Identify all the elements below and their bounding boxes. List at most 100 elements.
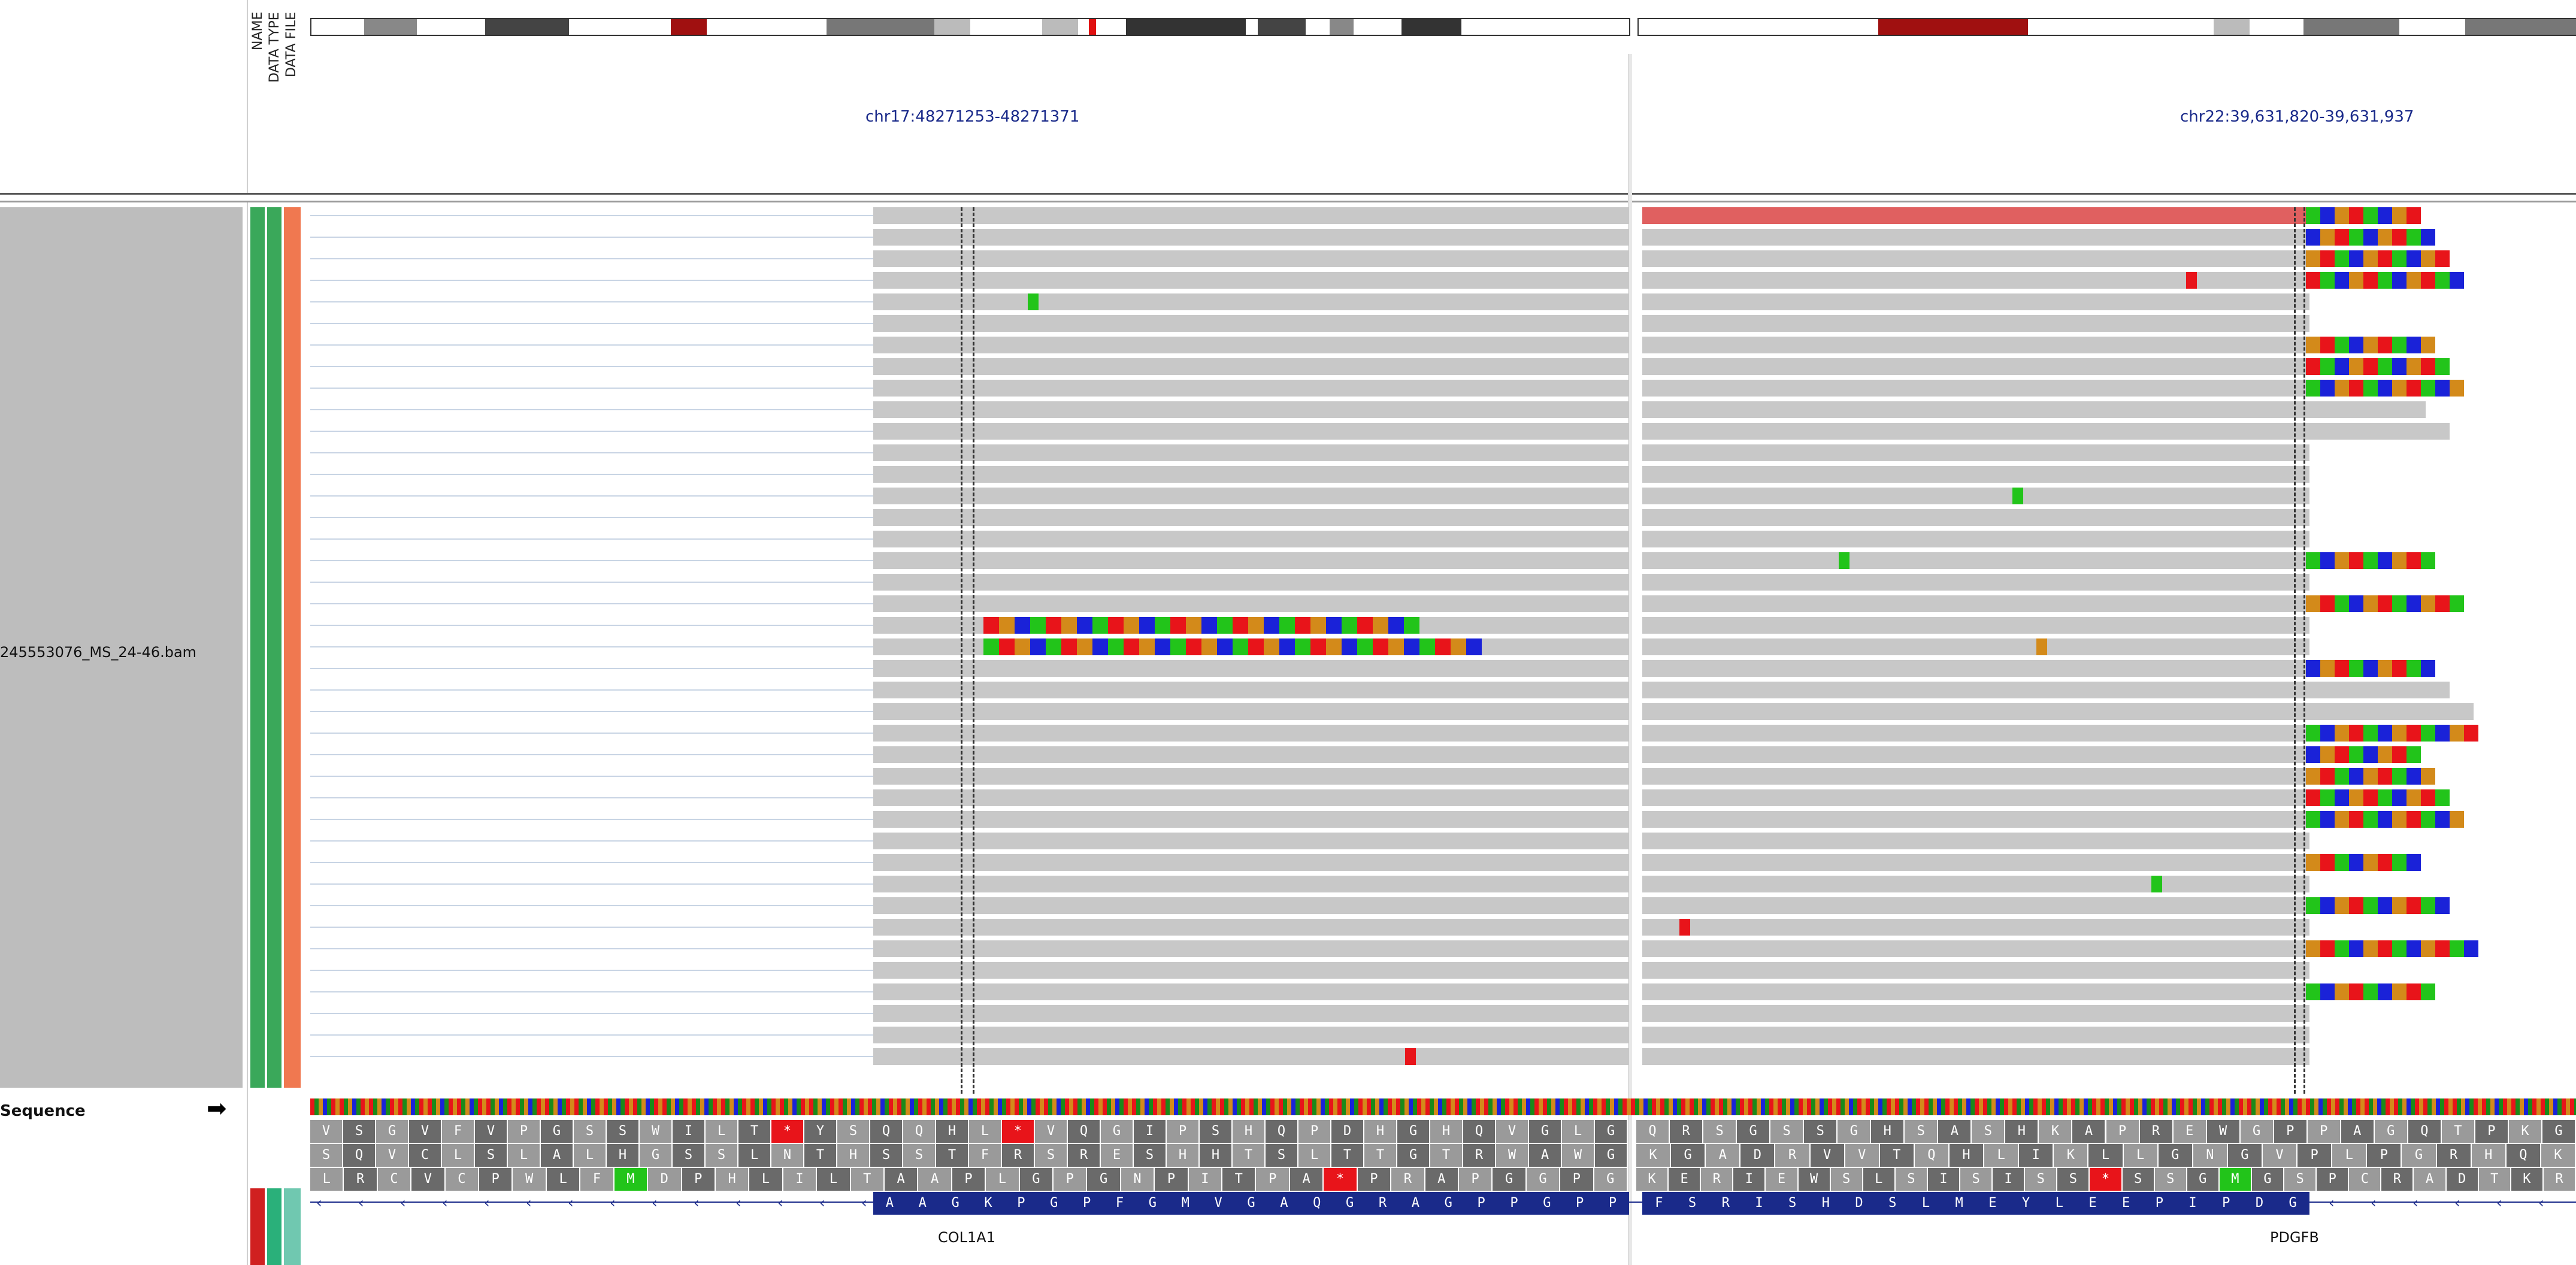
read[interactable]	[1642, 876, 2309, 892]
read[interactable]	[1642, 682, 2309, 698]
locus-label-chr17[interactable]: chr17:48271253-48271371	[865, 108, 1079, 126]
read[interactable]	[1642, 272, 2309, 289]
alignment-row[interactable]	[310, 509, 2576, 526]
gene-label-col1a1[interactable]: COL1A1	[938, 1229, 995, 1246]
read[interactable]	[873, 337, 1629, 353]
read[interactable]	[1642, 315, 2309, 332]
read[interactable]	[873, 552, 1629, 569]
read[interactable]	[1642, 768, 2309, 785]
attr-header-data-file[interactable]: DATA FILE	[284, 12, 302, 192]
read[interactable]	[873, 682, 1629, 698]
read[interactable]	[1642, 919, 2309, 936]
alignment-row[interactable]	[310, 1048, 2576, 1065]
alignment-row[interactable]	[310, 380, 2576, 397]
chromosome-ideogram-chr17[interactable]	[310, 18, 1630, 36]
read[interactable]	[1642, 1005, 2309, 1022]
read[interactable]	[1642, 897, 2309, 914]
read[interactable]	[873, 1005, 1629, 1022]
read[interactable]	[1642, 574, 2309, 591]
alignment-row[interactable]	[310, 746, 2576, 763]
read[interactable]	[873, 703, 1629, 720]
alignment-row[interactable]	[310, 833, 2576, 849]
alignment-row[interactable]	[310, 919, 2576, 936]
read[interactable]	[873, 725, 1629, 742]
read[interactable]	[873, 358, 1629, 375]
gene-label-pdgfb[interactable]: PDGFB	[2270, 1229, 2319, 1246]
alignment-row[interactable]	[310, 250, 2576, 267]
read[interactable]	[873, 1027, 1629, 1043]
read-tail[interactable]	[2306, 703, 2474, 720]
read[interactable]	[873, 811, 1629, 828]
read[interactable]	[1642, 983, 2309, 1000]
read[interactable]	[873, 466, 1629, 483]
alignment-row[interactable]	[310, 272, 2576, 289]
read[interactable]	[1642, 595, 2309, 612]
alignment-row[interactable]	[310, 725, 2576, 742]
read[interactable]	[1642, 401, 2309, 418]
alignment-row[interactable]	[310, 617, 2576, 634]
alignment-row[interactable]	[310, 854, 2576, 871]
read[interactable]	[1642, 703, 2309, 720]
alignment-row[interactable]	[310, 293, 2576, 310]
attr-datafile-swatch[interactable]	[284, 207, 301, 1088]
alignment-row[interactable]	[310, 358, 2576, 375]
alignment-track[interactable]	[310, 207, 2576, 1088]
alignment-row[interactable]	[310, 595, 2576, 612]
read[interactable]	[1642, 207, 2309, 224]
read[interactable]	[873, 897, 1629, 914]
alignment-row[interactable]	[310, 466, 2576, 483]
read[interactable]	[1642, 638, 2309, 655]
alignment-row[interactable]	[310, 423, 2576, 440]
read[interactable]	[873, 940, 1629, 957]
read[interactable]	[873, 983, 1629, 1000]
alignment-row[interactable]	[310, 1005, 2576, 1022]
read[interactable]	[873, 444, 1629, 461]
read[interactable]	[873, 315, 1629, 332]
read[interactable]	[873, 250, 1629, 267]
read[interactable]	[873, 789, 1629, 806]
strand-arrow-icon[interactable]: ➡	[207, 1095, 227, 1122]
read[interactable]	[1642, 531, 2309, 547]
sequence-track-label[interactable]: Sequence	[0, 1102, 86, 1120]
read[interactable]	[873, 488, 1629, 504]
alignment-row[interactable]	[310, 401, 2576, 418]
read[interactable]	[873, 876, 1629, 892]
alignment-row[interactable]	[310, 444, 2576, 461]
alignment-row[interactable]	[310, 962, 2576, 979]
read[interactable]	[1642, 617, 2309, 634]
read-tail[interactable]	[2306, 423, 2450, 440]
read[interactable]	[873, 401, 1629, 418]
read[interactable]	[1642, 509, 2309, 526]
locus-label-chr22[interactable]: chr22:39,631,820-39,631,937	[2180, 108, 2414, 126]
read[interactable]	[1642, 423, 2309, 440]
read[interactable]	[1642, 1027, 2309, 1043]
alignment-row[interactable]	[310, 552, 2576, 569]
read[interactable]	[1642, 660, 2309, 677]
alignment-row[interactable]	[310, 660, 2576, 677]
read[interactable]	[1642, 725, 2309, 742]
alignment-row[interactable]	[310, 531, 2576, 547]
read[interactable]	[1642, 811, 2309, 828]
read[interactable]	[1642, 466, 2309, 483]
read[interactable]	[873, 854, 1629, 871]
read[interactable]	[873, 746, 1629, 763]
read[interactable]	[1642, 746, 2309, 763]
read[interactable]	[873, 574, 1629, 591]
read[interactable]	[873, 919, 1629, 936]
read[interactable]	[1642, 962, 2309, 979]
alignment-row[interactable]	[310, 229, 2576, 246]
alignment-row[interactable]	[310, 897, 2576, 914]
exon-pdgfb[interactable]: FSRISHDSLMEYLEEPIPDG	[1642, 1192, 2309, 1215]
read-tail[interactable]	[2306, 401, 2426, 418]
alignment-row[interactable]	[310, 703, 2576, 720]
read[interactable]	[1642, 854, 2309, 871]
read[interactable]	[1642, 789, 2309, 806]
attr-header-name[interactable]: NAME	[250, 12, 268, 192]
read[interactable]	[873, 531, 1629, 547]
alignment-row[interactable]	[310, 1027, 2576, 1043]
exon-col1a1[interactable]: AAGKPGPFGMVGAQGRAGPPGPP	[873, 1192, 1629, 1215]
read[interactable]	[873, 768, 1629, 785]
sequence-translation-area[interactable]: V S G V F V P G S S W I L T * Y S Q Q H L * V Q G I P S H Q P D H G H Q V G L G…	[310, 1098, 2576, 1265]
alignment-row[interactable]	[310, 337, 2576, 353]
read[interactable]	[1642, 552, 2309, 569]
